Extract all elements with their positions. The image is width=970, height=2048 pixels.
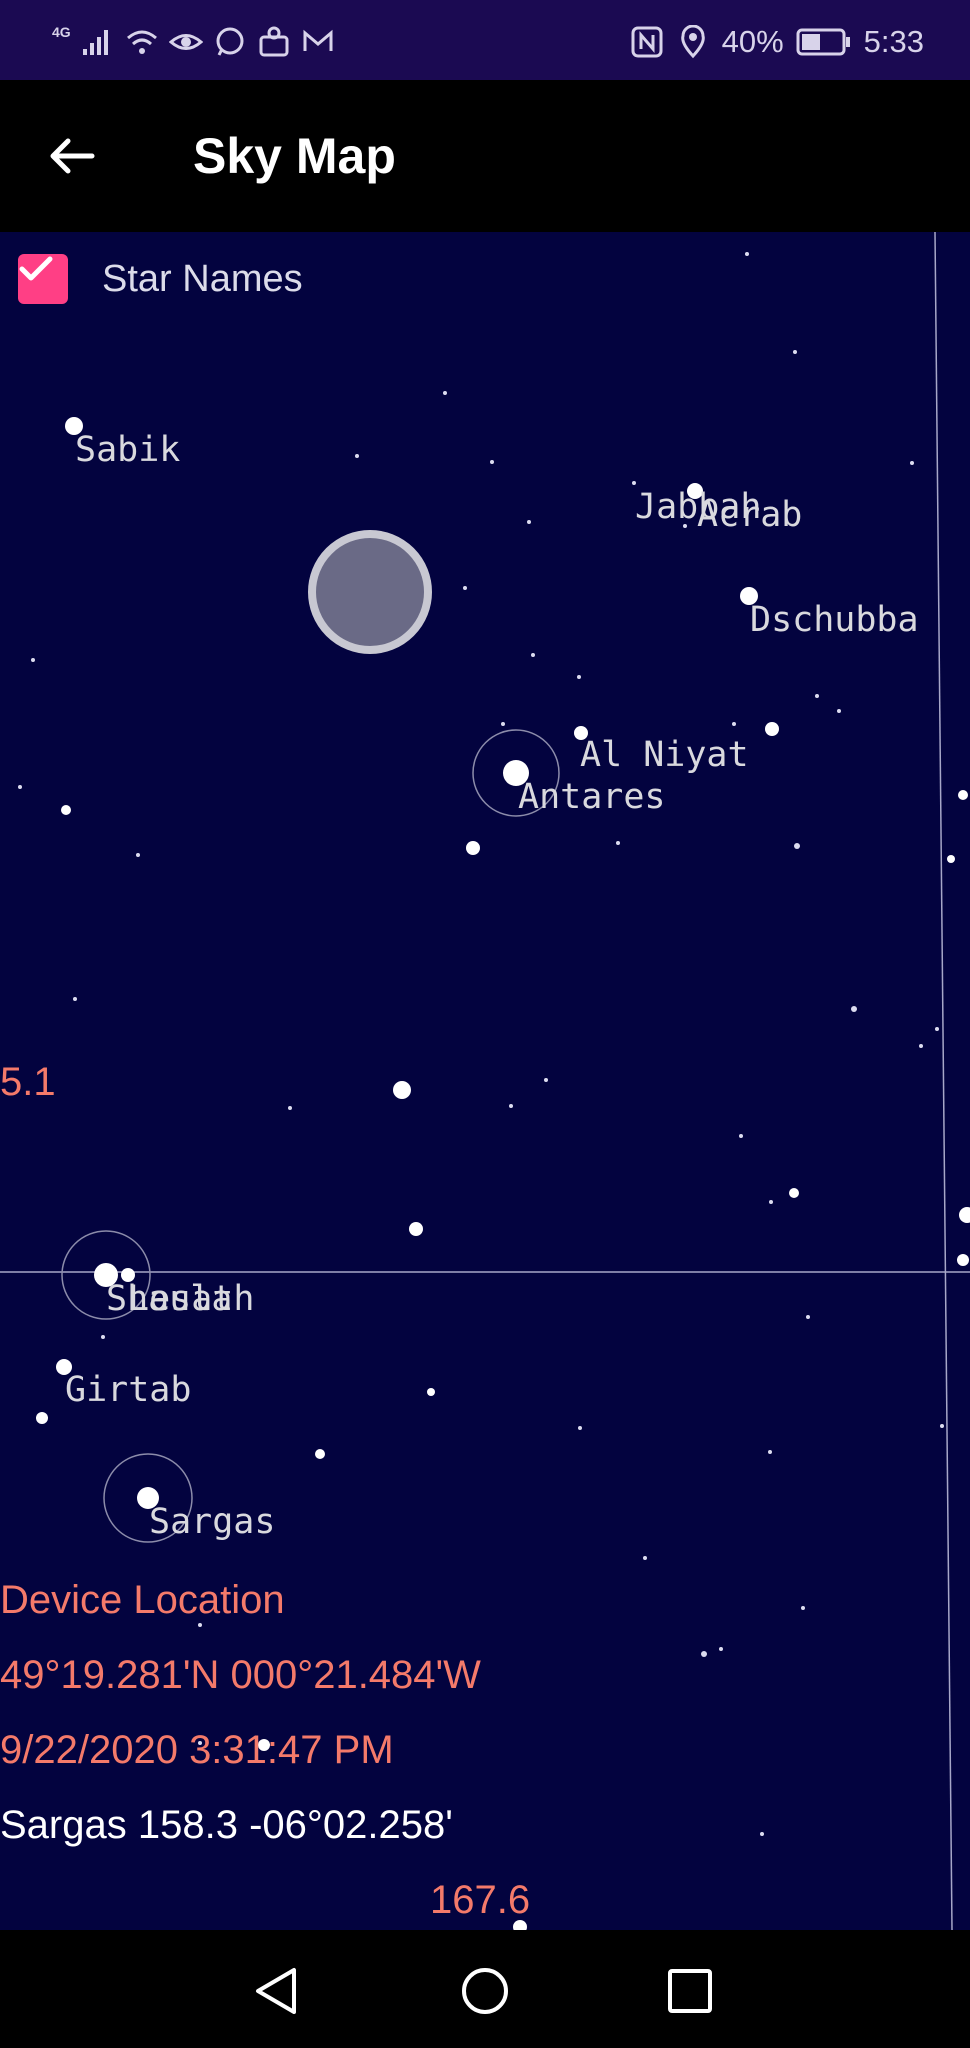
star bbox=[958, 790, 968, 800]
edge-value-bottom: 167.6 bbox=[430, 1878, 531, 1922]
star-names-label: Star Names bbox=[102, 257, 303, 300]
nav-recents-button[interactable] bbox=[655, 1956, 725, 2026]
star bbox=[789, 1188, 799, 1198]
star bbox=[61, 805, 71, 815]
page-title: Sky Map bbox=[193, 128, 396, 184]
selected-object-marker[interactable] bbox=[308, 530, 432, 654]
star bbox=[959, 1207, 970, 1223]
gmail-icon bbox=[303, 29, 333, 51]
location-icon bbox=[680, 25, 705, 59]
nfc-icon bbox=[631, 26, 663, 58]
network-type-label: 4G bbox=[52, 24, 71, 40]
nav-home-button[interactable] bbox=[450, 1956, 520, 2026]
square-recents-icon bbox=[668, 1969, 712, 2013]
navigation-bar bbox=[0, 1930, 970, 2048]
status-time: 5:33 bbox=[863, 24, 924, 59]
notification-app-icon bbox=[259, 26, 289, 57]
star bbox=[36, 1412, 48, 1424]
star-label-sargas: Sargas bbox=[149, 1502, 276, 1542]
battery-icon bbox=[796, 28, 850, 56]
star bbox=[466, 841, 480, 855]
edge-value-left: 5.1 bbox=[0, 1060, 56, 1104]
checkmark-icon bbox=[19, 256, 53, 281]
triangle-back-icon bbox=[256, 1968, 296, 2014]
star bbox=[315, 1449, 325, 1459]
star bbox=[765, 722, 779, 736]
star bbox=[409, 1222, 423, 1236]
star-label-al-niyat: Al Niyat bbox=[580, 735, 749, 775]
status-right-icons: 40% 5:33 bbox=[630, 22, 924, 62]
app-bar: Sky Map bbox=[0, 80, 970, 232]
signal-icon bbox=[82, 30, 108, 55]
star-label-sabik: Sabik bbox=[75, 430, 181, 470]
star-names-toggle[interactable]: Star Names bbox=[18, 254, 303, 304]
star bbox=[947, 855, 955, 863]
star bbox=[393, 1081, 411, 1099]
star-names-checkbox[interactable] bbox=[18, 254, 68, 304]
circle-home-icon bbox=[462, 1968, 508, 2014]
date-time: 9/22/2020 3:31:47 PM bbox=[0, 1728, 394, 1772]
device-coordinates: 49°19.281'N 000°21.484'W bbox=[0, 1653, 481, 1697]
sky-map[interactable]: Sabik Jabbah Acrab Dschubba Al Niyat Ant… bbox=[0, 232, 970, 1930]
status-bar: 4G 40% 5:33 bbox=[0, 0, 970, 80]
whatsapp-icon bbox=[216, 27, 244, 56]
eye-icon bbox=[168, 34, 203, 50]
star bbox=[427, 1388, 435, 1396]
star-label-girtab: Girtab bbox=[65, 1370, 192, 1410]
battery-percent: 40% bbox=[721, 24, 784, 59]
star-label-acrab: Acrab bbox=[697, 495, 803, 535]
status-left-icons: 4G bbox=[52, 22, 335, 62]
selected-star-info: Sargas 158.3 -06°02.258' bbox=[0, 1803, 453, 1847]
star-label-antares: Antares bbox=[518, 777, 666, 817]
back-button[interactable] bbox=[40, 124, 104, 188]
star bbox=[957, 1254, 969, 1266]
nav-back-button[interactable] bbox=[242, 1956, 312, 2026]
meridian-line bbox=[934, 232, 953, 1930]
star-label-lesath: Lesath bbox=[128, 1279, 255, 1319]
wifi-icon bbox=[126, 30, 157, 54]
star-label-dschubba: Dschubba bbox=[750, 600, 919, 640]
device-location-label: Device Location bbox=[0, 1578, 285, 1622]
back-arrow-icon bbox=[50, 138, 95, 174]
